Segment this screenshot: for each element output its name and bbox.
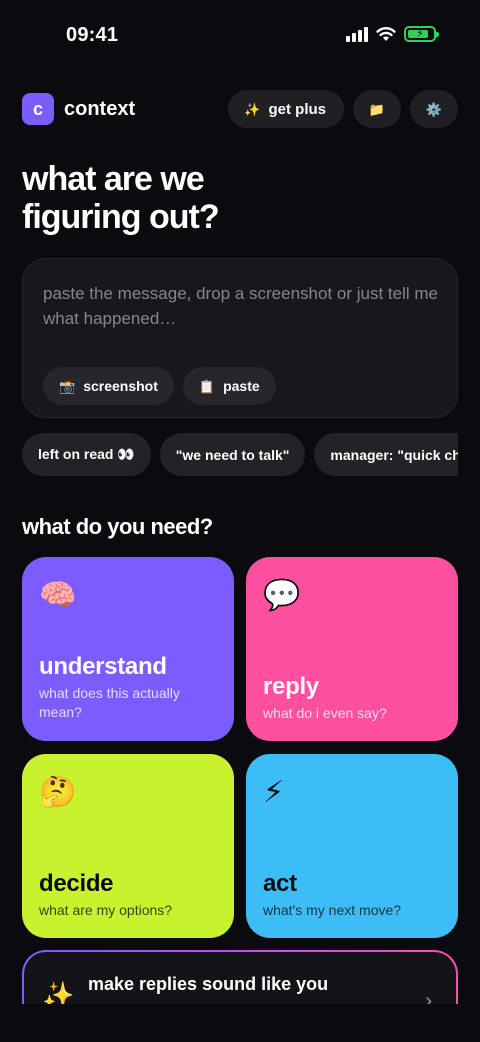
camera-icon: 📸	[59, 378, 76, 394]
act-card[interactable]: ⚡ act what's my next move?	[246, 754, 458, 938]
clipboard-icon: 📋	[198, 378, 216, 394]
page-title-line2: figuring out?	[22, 198, 220, 236]
status-bar: 09:41 ⚡	[0, 0, 480, 72]
status-icons: ⚡	[346, 26, 439, 42]
app-name: context	[64, 97, 136, 120]
paste-label: paste	[223, 378, 260, 394]
folder-icon: 📁	[368, 101, 386, 117]
app-logo: c	[22, 93, 54, 125]
reply-subtitle: what do i even say?	[263, 705, 387, 721]
message-input-placeholder: paste the message, drop a screenshot or …	[43, 284, 438, 328]
sparkles-icon: ✨	[244, 101, 261, 117]
settings-button[interactable]: ⚙️	[410, 90, 458, 128]
page-title: what are we figuring out?	[22, 160, 422, 236]
reply-card[interactable]: 💬 reply what do i even say?	[246, 557, 458, 741]
suggestion-chips[interactable]: left on read 👀 "we need to talk" manager…	[22, 433, 458, 477]
get-plus-label: get plus	[268, 100, 326, 118]
page-title-line1: what are we	[22, 160, 205, 198]
decide-card[interactable]: 🤔 decide what are my options?	[22, 754, 234, 938]
understand-subtitle: what does this actually mean?	[39, 685, 180, 720]
suggestion-chip-need-to-talk[interactable]: "we need to talk"	[159, 433, 306, 476]
understand-title: understand	[39, 653, 167, 680]
decide-subtitle: what are my options?	[39, 902, 173, 918]
bottom-safe-area	[0, 1004, 480, 1042]
screenshot-button[interactable]: 📸 screenshot	[43, 367, 174, 405]
act-title: act	[263, 870, 297, 897]
act-subtitle: what's my next move?	[263, 902, 402, 918]
status-time: 09:41	[66, 24, 119, 46]
section-title: what do you need?	[22, 514, 213, 539]
brain-icon: 🧠	[39, 579, 77, 612]
battery-charging-icon: ⚡	[404, 26, 439, 42]
wifi-icon	[376, 27, 396, 41]
paste-button[interactable]: 📋 paste	[182, 367, 276, 405]
understand-card[interactable]: 🧠 understand what does this actually mea…	[22, 557, 234, 741]
header-actions: ✨ get plus 📁 ⚙️	[228, 90, 458, 128]
decide-title: decide	[39, 870, 114, 897]
attach-row: 📸 screenshot 📋 paste	[43, 367, 276, 405]
screenshot-label: screenshot	[83, 378, 158, 394]
suggestion-chip-manager[interactable]: manager: "quick chat?"	[314, 433, 458, 476]
suggestion-chip-left-on-read[interactable]: left on read 👀	[22, 433, 151, 476]
gear-icon: ⚙️	[425, 101, 443, 117]
folder-button[interactable]: 📁	[353, 90, 401, 128]
get-plus-button[interactable]: ✨ get plus	[228, 90, 344, 128]
app-header: c context ✨ get plus 📁 ⚙️	[22, 90, 458, 128]
reply-title: reply	[263, 673, 319, 700]
thinking-face-icon: 🤔	[39, 776, 77, 809]
speech-bubble-icon: 💬	[263, 579, 301, 612]
message-input[interactable]: paste the message, drop a screenshot or …	[22, 258, 458, 418]
voice-promo-label: make replies sound like you	[88, 974, 329, 994]
logo-letter: c	[32, 98, 43, 119]
cellular-signal-icon	[346, 26, 368, 42]
lightning-icon: ⚡	[263, 776, 285, 809]
